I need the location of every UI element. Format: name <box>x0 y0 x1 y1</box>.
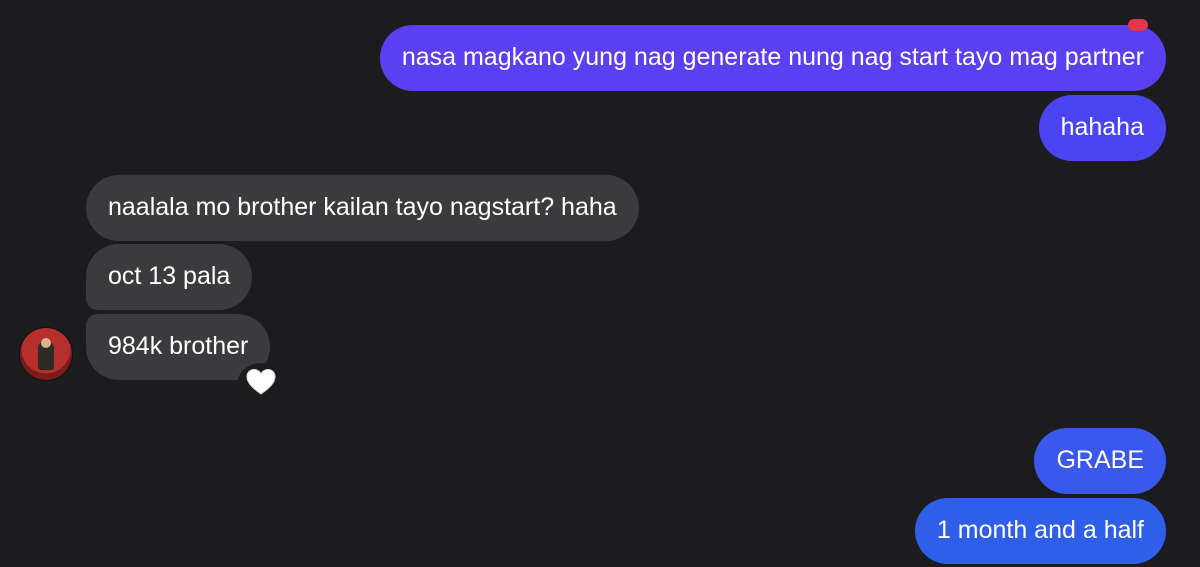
chat-thread: nasa magkano yung nag generate nung nag … <box>0 0 1200 567</box>
message-text: nasa magkano yung nag generate nung nag … <box>401 43 1144 71</box>
message-bubble-outgoing[interactable]: nasa magkano yung nag generate nung nag … <box>379 19 1166 91</box>
red-heart-icon <box>1128 19 1148 31</box>
reaction-badge[interactable] <box>238 363 284 401</box>
message-text: 984k brother <box>108 332 249 360</box>
message-text: oct 13 pala <box>108 262 231 290</box>
message-text: hahaha <box>1060 113 1144 141</box>
message-bubble-outgoing[interactable]: 1 month and a half <box>914 498 1166 564</box>
white-heart-icon <box>246 368 276 395</box>
avatar[interactable] <box>20 328 72 380</box>
avatar-head <box>41 338 51 348</box>
message-text: 1 month and a half <box>936 516 1144 544</box>
message-bubble-outgoing[interactable]: GRABE <box>1034 428 1166 494</box>
message-bubble-outgoing[interactable]: hahaha <box>1038 95 1166 161</box>
message-text: GRABE <box>1056 446 1144 474</box>
message-bubble-incoming[interactable]: oct 13 pala <box>86 244 253 310</box>
message-bubble-incoming[interactable]: naalala mo brother kailan tayo nagstart?… <box>86 175 639 241</box>
message-text: naalala mo brother kailan tayo nagstart?… <box>108 193 617 221</box>
